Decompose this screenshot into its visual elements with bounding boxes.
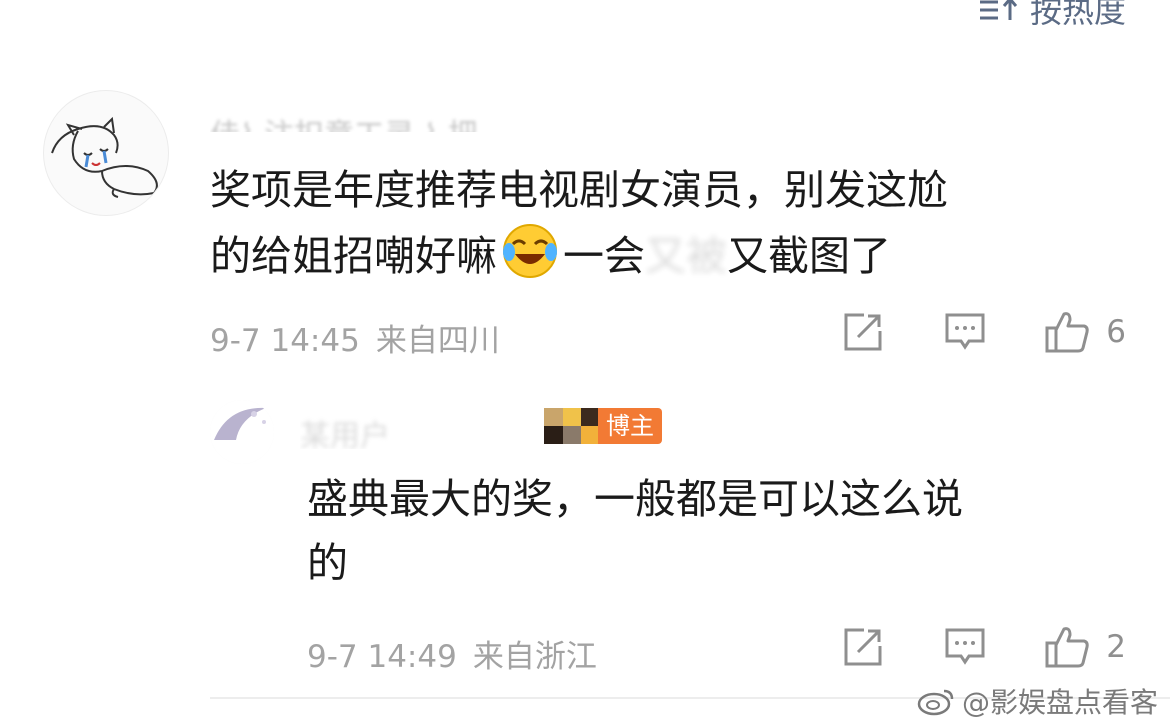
redacted-text: 又被 — [645, 232, 727, 280]
username[interactable]: 某用户 — [300, 411, 520, 449]
avatar[interactable] — [210, 400, 274, 464]
comment-actions: 6 — [842, 310, 1126, 354]
reply-button[interactable] — [944, 312, 986, 352]
blogger-badge: 博主 — [598, 408, 662, 444]
share-icon — [844, 628, 882, 666]
sort-icon — [979, 0, 1018, 20]
comment-text: 奖项是年度推荐电视剧女演员，别发这尬 的给姐招嘲好嘛 一会又被又截图了 — [210, 158, 1130, 288]
watermark: @影娱盘点看客 — [916, 681, 1158, 721]
share-button[interactable] — [842, 312, 884, 352]
comment-location: 来自浙江 — [472, 639, 597, 675]
moon-avatar-icon — [210, 400, 274, 464]
like-button[interactable]: 6 — [1044, 310, 1126, 354]
comment-line-2: 的 — [307, 539, 348, 587]
comment-item: 佳⌇ 注扣意工灵 ⌇ 把 奖项是年度推荐电视剧女演员，别发这尬 的给姐招嘲好嘛 … — [0, 88, 1170, 378]
weibo-logo-icon — [917, 689, 954, 716]
like-count: 2 — [1106, 629, 1126, 665]
comment-icon — [945, 313, 985, 350]
comment-text: 盛典最大的奖，一般都是可以这么说 的 — [307, 467, 1127, 595]
thumbs-up-icon — [1045, 627, 1089, 668]
cartoon-avatar-icon — [51, 116, 158, 198]
like-button[interactable]: 2 — [1044, 625, 1126, 669]
comment-time: 9-7 14:49 — [307, 639, 457, 675]
comment-meta: 9-7 14:45 来自四川 — [210, 315, 500, 360]
comment-location: 来自四川 — [375, 323, 500, 359]
comment-meta: 9-7 14:49 来自浙江 — [307, 631, 597, 676]
share-button[interactable] — [842, 627, 884, 667]
sort-label: 按热度 — [1029, 0, 1126, 30]
comment-icon — [945, 628, 985, 665]
laugh-crying-emoji-icon — [503, 224, 557, 278]
reply-button[interactable] — [944, 627, 986, 667]
share-icon — [844, 313, 882, 351]
comment-time: 9-7 14:45 — [210, 323, 360, 359]
like-count: 6 — [1106, 314, 1126, 350]
comment-line-2: 的给姐招嘲好嘛 一会又被又截图了 — [210, 222, 1130, 288]
watermark-text: @影娱盘点看客 — [961, 686, 1158, 719]
sort-by-hot-toggle[interactable]: 按热度 — [978, 0, 1126, 32]
avatar[interactable] — [43, 90, 169, 216]
comment-actions: 2 — [842, 625, 1126, 669]
mosaic-redaction — [544, 408, 600, 444]
thumbs-up-icon — [1045, 312, 1089, 353]
comment-line: 奖项是年度推荐电视剧女演员，别发这尬 — [210, 166, 948, 214]
comment-line: 盛典最大的奖，一般都是可以这么说 — [307, 475, 963, 523]
username[interactable]: 佳⌇ 注扣意工灵 ⌇ 把 — [210, 94, 550, 132]
